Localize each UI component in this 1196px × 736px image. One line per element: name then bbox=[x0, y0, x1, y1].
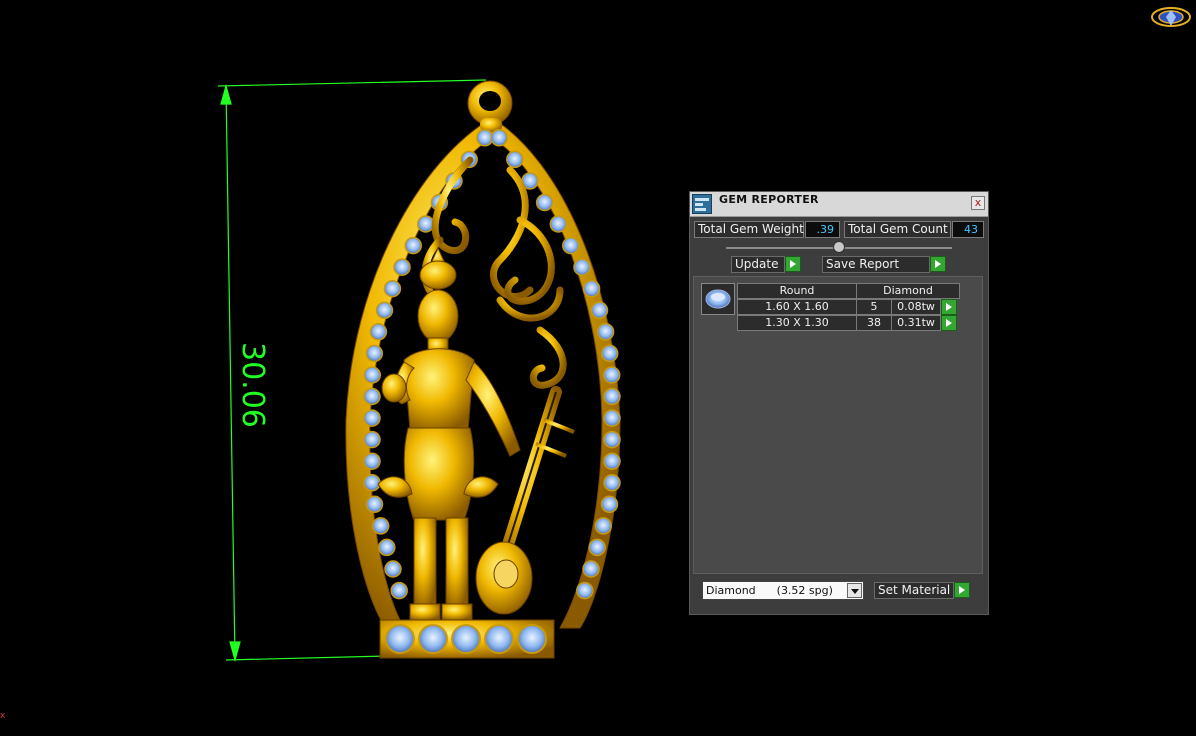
frame-gem bbox=[363, 387, 381, 406]
frame-gem bbox=[365, 495, 384, 514]
frame-gem bbox=[404, 236, 422, 255]
material-header: Diamond bbox=[856, 283, 960, 299]
frame-gem bbox=[476, 129, 494, 147]
gem-logo-icon bbox=[1151, 7, 1191, 27]
base-gem bbox=[451, 624, 481, 654]
frame-gem bbox=[490, 129, 508, 147]
total-gem-weight-label: Total Gem Weight bbox=[694, 221, 804, 238]
base-gem bbox=[484, 624, 514, 654]
shape-header: Round bbox=[737, 283, 857, 299]
frame-gem bbox=[603, 430, 621, 449]
dimension-label: 30.06 bbox=[235, 342, 270, 428]
frame-gem bbox=[369, 323, 388, 341]
frame-gem bbox=[383, 279, 402, 298]
frame-gem bbox=[375, 301, 394, 320]
gem-reporter-app-icon bbox=[692, 194, 712, 214]
total-gem-weight-value: .39 bbox=[805, 221, 840, 238]
frame-gem bbox=[363, 409, 381, 427]
frame-gem bbox=[393, 258, 411, 276]
gem-row-count: 38 bbox=[856, 315, 892, 331]
frame-gem bbox=[576, 581, 594, 600]
frame-gem bbox=[416, 215, 435, 233]
gem-row-weight: 0.31tw bbox=[891, 315, 941, 331]
panel-splitter-handle[interactable] bbox=[833, 241, 845, 253]
chevron-down-icon[interactable] bbox=[847, 583, 862, 598]
close-button[interactable]: x bbox=[971, 196, 985, 210]
frame-gem bbox=[363, 430, 381, 449]
frame-gem bbox=[603, 474, 621, 492]
base-gem bbox=[385, 624, 415, 654]
gem-row-select-arrow-icon[interactable] bbox=[941, 299, 957, 315]
frame-gem bbox=[600, 344, 619, 363]
total-gem-count-label: Total Gem Count bbox=[844, 221, 951, 238]
frame-gem bbox=[600, 495, 619, 514]
frame-gem bbox=[590, 301, 609, 320]
frame-gem bbox=[603, 409, 621, 427]
save-report-button[interactable]: Save Report bbox=[822, 256, 930, 273]
base-gem bbox=[418, 624, 448, 654]
save-report-arrow-icon[interactable] bbox=[930, 256, 946, 272]
frame-gem bbox=[594, 517, 613, 535]
frame-gem bbox=[603, 452, 621, 470]
round-diamond-icon bbox=[701, 283, 735, 315]
frame-gem bbox=[573, 258, 591, 276]
update-button[interactable]: Update bbox=[731, 256, 785, 273]
pendant-model bbox=[217, 79, 621, 663]
3d-viewport[interactable]: 30.06 x bbox=[0, 0, 1196, 736]
frame-gem bbox=[582, 560, 600, 578]
base-gem bbox=[517, 624, 547, 654]
set-material-arrow-icon[interactable] bbox=[954, 582, 970, 598]
frame-gem bbox=[602, 366, 621, 384]
gem-report-area: Round Diamond 1.60 X 1.60 5 0.08tw 1.30 … bbox=[693, 276, 983, 574]
gem-row-size: 1.60 X 1.60 bbox=[737, 299, 857, 315]
frame-gem bbox=[549, 215, 568, 233]
frame-gem bbox=[363, 366, 382, 384]
veena-instrument bbox=[475, 386, 575, 615]
total-gem-count-value: 43 bbox=[952, 221, 984, 238]
frame-gem bbox=[603, 387, 621, 406]
frame-gem bbox=[506, 150, 524, 169]
frame-gem bbox=[588, 538, 606, 557]
set-material-button[interactable]: Set Material bbox=[874, 582, 954, 599]
frame-gem bbox=[582, 279, 601, 298]
gem-row-weight: 0.08tw bbox=[891, 299, 941, 315]
material-dropdown-value: Diamond (3.52 spg) bbox=[706, 584, 833, 597]
material-dropdown[interactable]: Diamond (3.52 spg) bbox=[702, 581, 864, 600]
update-arrow-icon[interactable] bbox=[785, 256, 801, 272]
frame-gem bbox=[363, 452, 381, 470]
frame-gem bbox=[384, 560, 402, 578]
panel-title: GEM REPORTER bbox=[719, 193, 819, 206]
frame-gem bbox=[363, 474, 381, 492]
axis-marker: x bbox=[0, 711, 6, 721]
frame-gem bbox=[371, 517, 390, 535]
base-gems bbox=[385, 624, 547, 654]
panel-titlebar[interactable]: GEM REPORTER x bbox=[690, 192, 988, 217]
frame-gem bbox=[596, 323, 615, 341]
gem-row-count: 5 bbox=[856, 299, 892, 315]
frame-gem bbox=[365, 344, 384, 363]
frame-gem bbox=[390, 581, 408, 600]
frame-gem bbox=[562, 236, 580, 255]
gem-reporter-panel: GEM REPORTER x Total Gem Weight .39 Tota… bbox=[689, 191, 989, 615]
frame-gem bbox=[535, 193, 554, 212]
gem-row-select-arrow-icon[interactable] bbox=[941, 315, 957, 331]
gem-row-size: 1.30 X 1.30 bbox=[737, 315, 857, 331]
frame-gem bbox=[378, 538, 396, 557]
